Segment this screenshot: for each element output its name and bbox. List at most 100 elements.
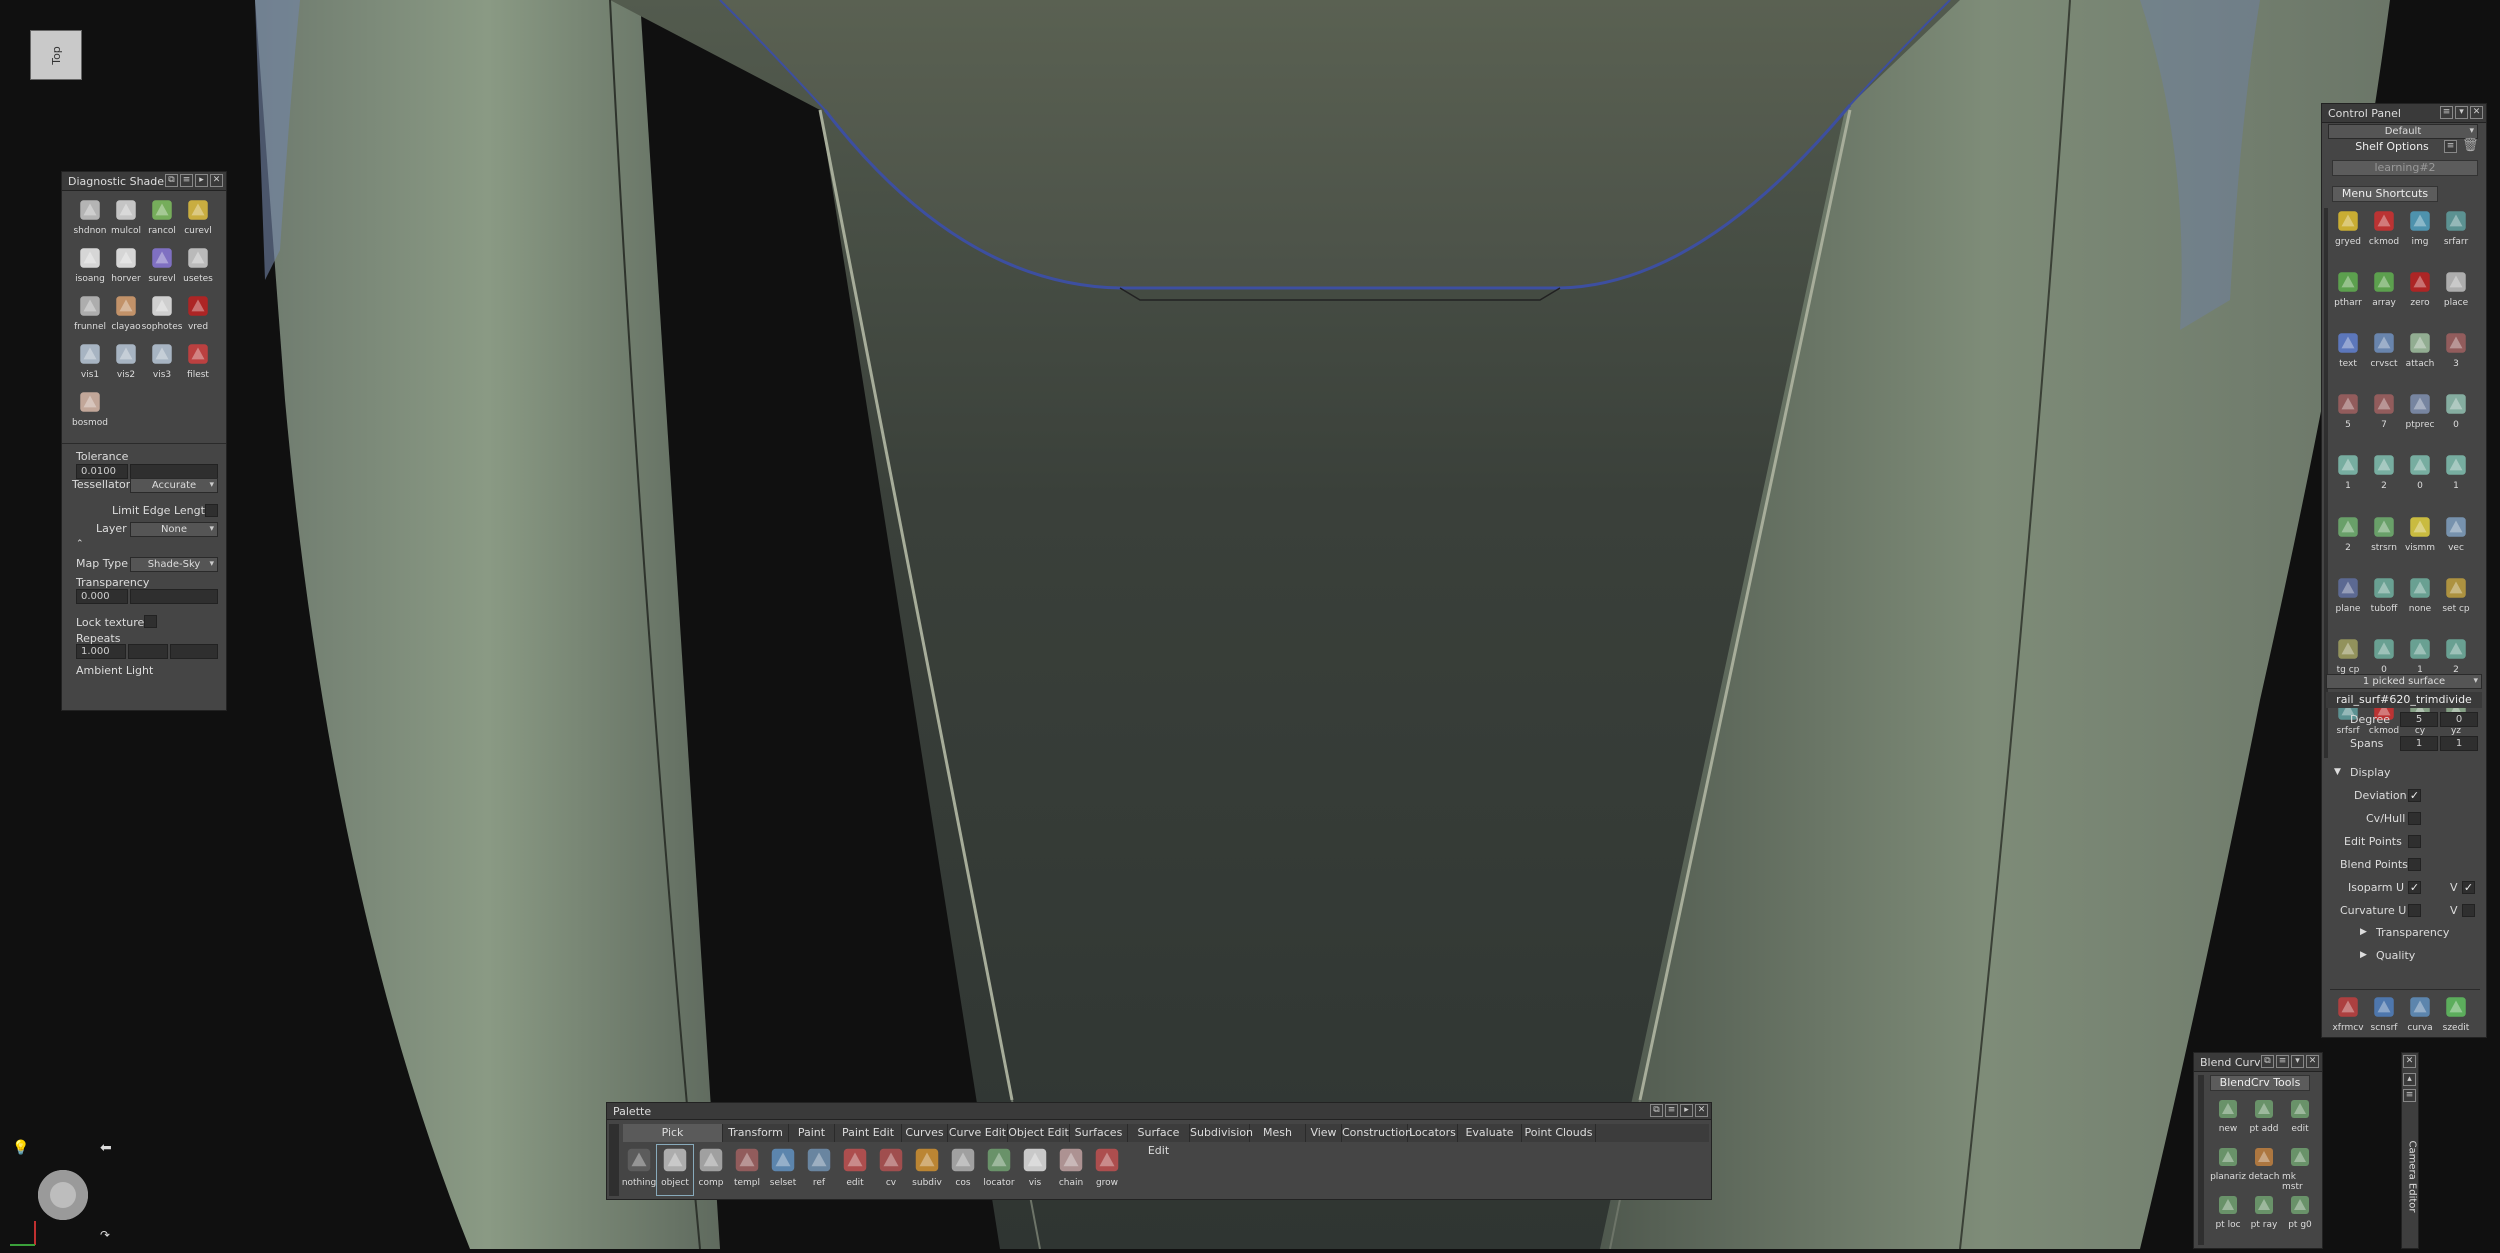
isoparm-u-checkbox[interactable]: ✓ <box>2408 881 2421 894</box>
shortcut-tool[interactable]: 0 <box>2438 391 2474 440</box>
menu-icon[interactable]: ≡ <box>180 174 193 187</box>
shortcut-tool[interactable]: ckmod <box>2366 208 2402 257</box>
shelf-options-label[interactable]: Shelf Options <box>2328 140 2456 154</box>
curvature-v-checkbox[interactable] <box>2462 904 2475 917</box>
shortcut-tool[interactable]: attach <box>2402 330 2438 379</box>
blendcrv-tool[interactable]: new <box>2210 1097 2246 1145</box>
collapse-icon[interactable]: ▾ <box>2455 106 2468 119</box>
palette-tab[interactable]: Curves <box>902 1124 948 1142</box>
menu-icon[interactable]: ≡ <box>2440 106 2453 119</box>
palette-tool[interactable]: cv <box>873 1145 909 1195</box>
light-icon[interactable]: 💡 <box>12 1140 29 1156</box>
shortcut-tool[interactable]: plane <box>2330 575 2366 624</box>
layout-icon[interactable]: ⧉ <box>2261 1055 2274 1068</box>
blendcrv-tool[interactable]: planariz <box>2210 1145 2246 1193</box>
palette-tab[interactable]: Pick <box>623 1124 723 1142</box>
diagnostic-tool[interactable]: vis1 <box>72 341 108 389</box>
blendcrv-tools-header[interactable]: BlendCrv Tools <box>2210 1075 2310 1091</box>
side-strip-label[interactable]: Camera Editor <box>2407 1141 2418 1217</box>
shortcut-tool[interactable]: zero <box>2402 269 2438 318</box>
layout-icon[interactable]: ⧉ <box>1650 1104 1663 1117</box>
shortcut-tool[interactable]: 1 <box>2438 452 2474 501</box>
blendcrv-tool[interactable]: pt add <box>2246 1097 2282 1145</box>
diagnostic-tool[interactable]: sophotes <box>142 293 182 341</box>
cp-transparency-label[interactable]: Transparency <box>2376 926 2449 939</box>
layer-dropdown[interactable]: None <box>130 522 218 537</box>
diagnostic-tool[interactable]: filest <box>180 341 216 389</box>
menu-icon[interactable]: ≡ <box>2276 1055 2289 1068</box>
palette-tab[interactable]: Construction <box>1342 1124 1412 1142</box>
tumble-dial[interactable] <box>38 1170 88 1220</box>
palette-tab[interactable]: Object Edit <box>1008 1124 1070 1142</box>
blend-points-checkbox[interactable] <box>2408 858 2421 871</box>
close-icon[interactable]: ✕ <box>2470 106 2483 119</box>
back-arrow-icon[interactable]: ⬅ <box>100 1140 112 1156</box>
shortcut-tool[interactable]: 3 <box>2438 330 2474 379</box>
bottom-tool[interactable]: scnsrf <box>2366 994 2402 1038</box>
quality-label[interactable]: Quality <box>2376 949 2415 962</box>
menu-icon[interactable]: ≡ <box>2403 1089 2416 1102</box>
palette-tool[interactable]: object <box>656 1144 694 1196</box>
shortcut-tool[interactable]: 7 <box>2366 391 2402 440</box>
3d-viewport[interactable] <box>0 0 2500 1249</box>
preset-dropdown[interactable]: Default <box>2328 124 2478 139</box>
trash-icon[interactable]: 🗑 <box>2462 138 2479 153</box>
expand-icon[interactable]: ▸ <box>1680 1104 1693 1117</box>
palette-tool[interactable]: nothing <box>621 1145 657 1195</box>
blendcrv-tool[interactable]: mk mstr <box>2282 1145 2318 1193</box>
transparency-input[interactable]: 0.000 <box>76 589 128 604</box>
shortcut-tool[interactable]: 5 <box>2330 391 2366 440</box>
palette-tab[interactable]: Curve Edit <box>948 1124 1008 1142</box>
palette-tab[interactable]: Surface Edit <box>1128 1124 1190 1157</box>
collapse-arrow-icon[interactable]: ⌃ <box>76 539 84 549</box>
palette-tab[interactable]: Subdivision <box>1190 1124 1253 1142</box>
deviation-checkbox[interactable]: ✓ <box>2408 789 2421 802</box>
transparency-expand-icon[interactable]: ▶ <box>2360 927 2367 937</box>
display-label[interactable]: Display <box>2350 766 2391 779</box>
collapse-icon[interactable]: ▴ <box>2403 1073 2416 1086</box>
shortcut-tool[interactable]: 2 <box>2366 452 2402 501</box>
blendcrv-tool[interactable]: pt ray <box>2246 1193 2282 1241</box>
repeats-input[interactable]: 1.000 <box>76 644 126 659</box>
diagnostic-shade-titlebar[interactable]: Diagnostic Shade ⧉ ≡ ▸ ✕ <box>62 172 226 191</box>
control-panel-titlebar[interactable]: Control Panel ≡ ▾ ✕ <box>2322 104 2486 123</box>
shortcut-tool[interactable]: ptprec <box>2402 391 2438 440</box>
layout-icon[interactable]: ⧉ <box>165 174 178 187</box>
blendcrv-tool[interactable]: edit <box>2282 1097 2318 1145</box>
palette-tab[interactable]: Transform <box>723 1124 789 1142</box>
shortcut-tool[interactable]: 0 <box>2402 452 2438 501</box>
repeats-slider[interactable] <box>128 644 168 659</box>
collapse-icon[interactable]: ▾ <box>2291 1055 2304 1068</box>
bottom-tool[interactable]: szedit <box>2438 994 2474 1038</box>
palette-tool[interactable]: cos <box>945 1145 981 1195</box>
palette-tab[interactable]: Mesh <box>1250 1124 1306 1142</box>
shortcut-tool[interactable]: vec <box>2438 514 2474 563</box>
display-expand-icon[interactable]: ▼ <box>2334 767 2341 777</box>
palette-tab[interactable]: View <box>1306 1124 1342 1142</box>
diagnostic-tool[interactable]: clayao <box>108 293 144 341</box>
palette-titlebar[interactable]: Palette ⧉ ≡ ▸ ✕ <box>607 1103 1711 1120</box>
diagnostic-tool[interactable]: shdnon <box>72 197 108 245</box>
tolerance-input[interactable]: 0.0100 <box>76 464 128 479</box>
diagnostic-tool[interactable]: vred <box>180 293 216 341</box>
blendcrv-tool[interactable]: pt g0 <box>2282 1193 2318 1241</box>
map-type-dropdown[interactable]: Shade-Sky <box>130 557 218 572</box>
shortcut-tool[interactable]: crvsct <box>2366 330 2402 379</box>
tolerance-slider[interactable] <box>130 464 218 479</box>
palette-tool[interactable]: comp <box>693 1145 729 1195</box>
shortcut-tool[interactable]: ptharr <box>2330 269 2366 318</box>
shortcut-tool[interactable]: img <box>2402 208 2438 257</box>
expand-icon[interactable]: ▸ <box>195 174 208 187</box>
curvature-u-checkbox[interactable] <box>2408 904 2421 917</box>
shelf-menu-icon[interactable]: ≡ <box>2444 140 2457 153</box>
palette-tool[interactable]: templ <box>729 1145 765 1195</box>
quality-expand-icon[interactable]: ▶ <box>2360 950 2367 960</box>
shortcut-tool[interactable]: 1 <box>2330 452 2366 501</box>
palette-tool[interactable]: subdiv <box>909 1145 945 1195</box>
palette-tool[interactable]: grow <box>1089 1145 1125 1195</box>
diagnostic-tool[interactable]: vis2 <box>108 341 144 389</box>
bottom-tool[interactable]: xfrmcv <box>2330 994 2366 1038</box>
palette-scrollbar[interactable] <box>609 1124 619 1196</box>
shortcut-tool[interactable]: strsrn <box>2366 514 2402 563</box>
shelf-name-tab[interactable]: learning#2 <box>2332 160 2478 176</box>
